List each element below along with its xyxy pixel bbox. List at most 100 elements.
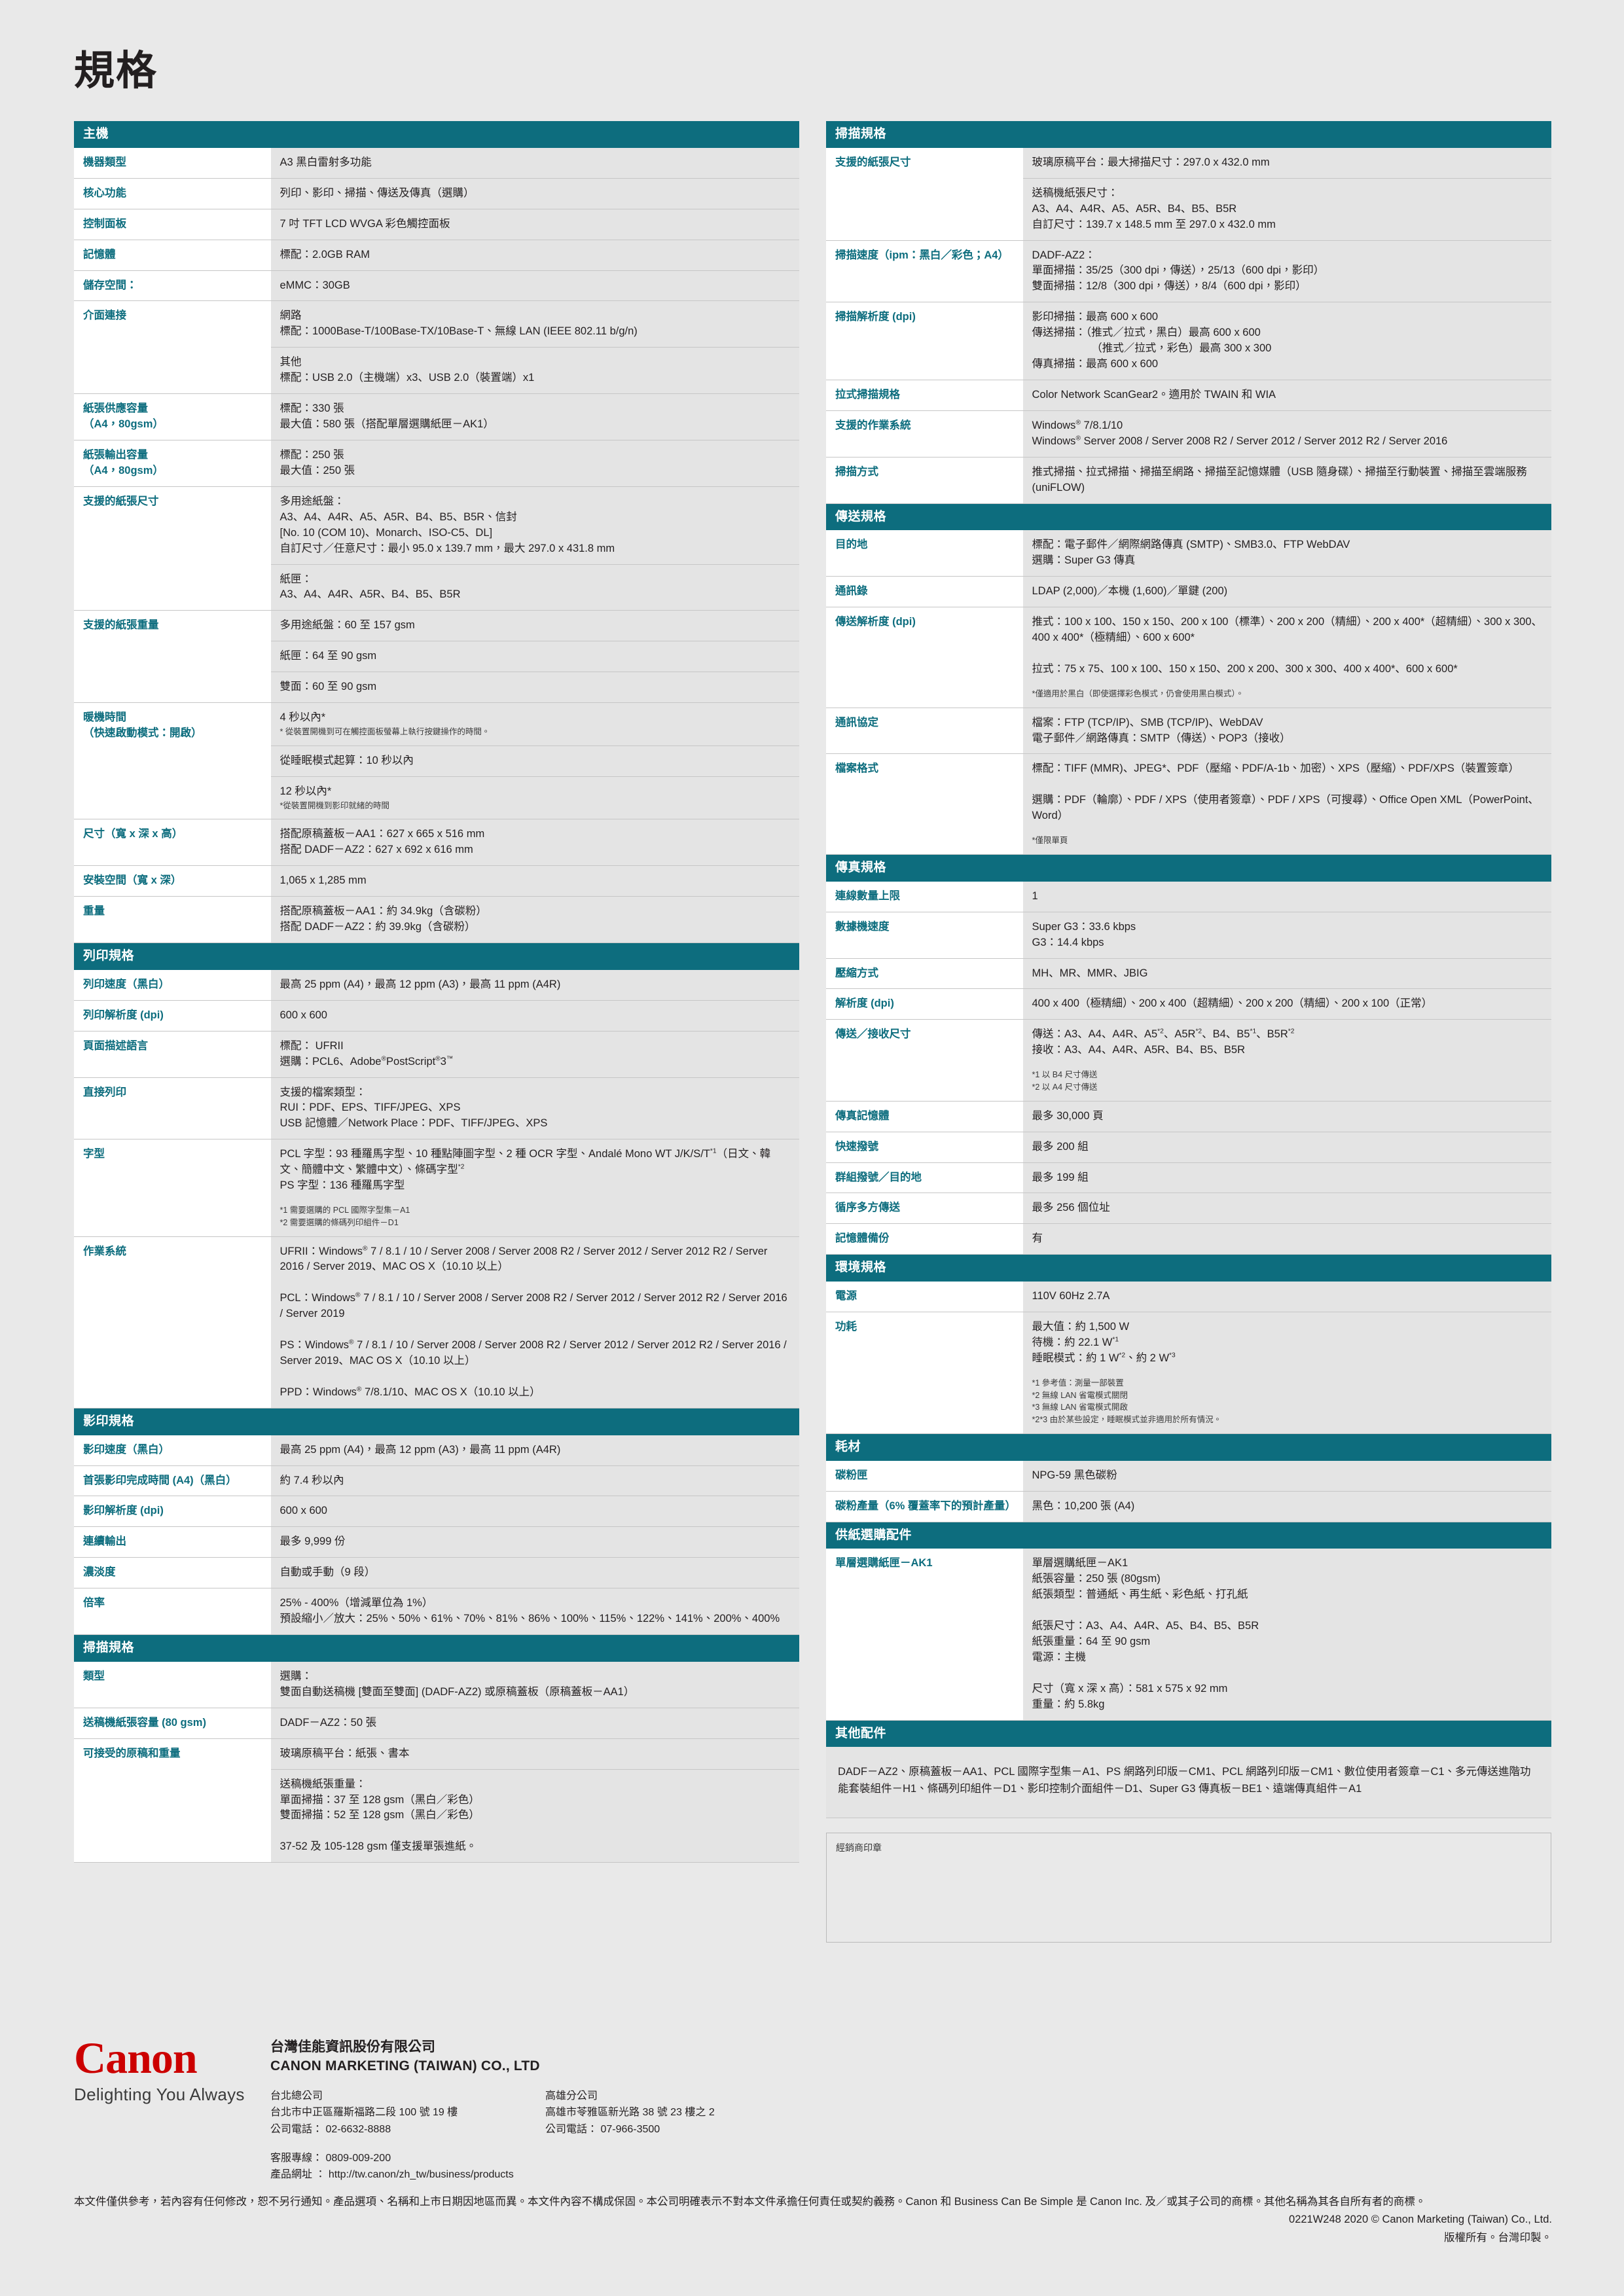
page-footer: Canon Delighting You Always 台灣佳能資訊股份有限公司… xyxy=(74,2036,1552,2246)
section-header: 影印規格 xyxy=(74,1408,799,1435)
spec-value: 約 7.4 秒以內 xyxy=(270,1465,799,1497)
spec-section: 耗材 碳粉匣 NPG-59 黑色碳粉 碳粉產量（6% 覆蓋率下的預計產量） 黑色：10,… xyxy=(826,1433,1551,1522)
spec-row: 連線數量上限 1 xyxy=(826,881,1551,912)
office-name: 高雄分公司 xyxy=(545,2090,598,2102)
spec-row: 碳粉匣 NPG-59 黑色碳粉 xyxy=(826,1460,1551,1492)
spec-footnote: *1 以 B4 尺寸傳送 *2 以 A4 尺寸傳送 xyxy=(1032,1070,1098,1092)
spec-value: 600 x 600 xyxy=(270,1000,799,1031)
spec-value: 最多 256 個位址 xyxy=(1022,1193,1551,1225)
spec-table: 列印速度（黑白） 最高 25 ppm (A4)，最高 12 ppm (A3)，最高… xyxy=(74,969,799,1408)
other-accessories-section: 其他配件 DADF－AZ2、原稿蓋板－AA1、PCL 國際字型集－A1、PS 網路… xyxy=(826,1720,1551,1943)
spec-row: 記憶體 標配：2.0GB RAM xyxy=(74,240,799,271)
spec-table: 影印速度（黑白） 最高 25 ppm (A4)，最高 12 ppm (A3)，最高… xyxy=(74,1435,799,1636)
spec-row: 通訊錄 LDAP (2,000)／本機 (1,600)／單鍵 (200) xyxy=(826,576,1551,608)
spec-label: 群組撥號／目的地 xyxy=(826,1162,1022,1194)
spec-value: 400 x 400（極精細）、200 x 400（超精細）、200 x 200（… xyxy=(1022,988,1551,1020)
spec-row: 功耗 最大值：約 1,500 W 待機：約 22.1 W*1 睡眠模式：約 1 W*2… xyxy=(826,1312,1551,1434)
company-block: 台灣佳能資訊股份有限公司 CANON MARKETING (TAIWAN) CO… xyxy=(270,2036,820,2183)
spec-value: 列印、影印、掃描、傳送及傳真（選購） xyxy=(270,178,799,209)
spec-value: 最多 200 組 xyxy=(1022,1132,1551,1163)
spec-label: 控制面板 xyxy=(74,209,270,240)
spec-section: 掃描規格 支援的紙張尺寸 玻璃原稿平台：最大掃描尺寸：297.0 x 432.0 m… xyxy=(826,121,1551,504)
spec-row: 介面連接 網路 標配：1000Base-T/100Base-TX/10Base-T、… xyxy=(74,300,799,395)
service-hotline: 客服專線： 0809-009-200 xyxy=(270,2152,391,2164)
spec-row: 列印速度（黑白） 最高 25 ppm (A4)，最高 12 ppm (A3)，最高… xyxy=(74,969,799,1001)
page-title: 規格 xyxy=(74,48,158,94)
spec-value: 最多 30,000 頁 xyxy=(1022,1101,1551,1132)
section-header: 其他配件 xyxy=(826,1720,1551,1748)
spec-label: 核心功能 xyxy=(74,178,270,209)
spec-label: 解析度 (dpi) xyxy=(826,988,1022,1020)
spec-row: 支援的紙張重量 多用途紙盤：60 至 157 gsm 紙匣：64 至 90 gsm 雙… xyxy=(74,610,799,704)
spec-value: 最高 25 ppm (A4)，最高 12 ppm (A3)，最高 11 ppm … xyxy=(270,1435,799,1466)
spec-value: A3 黑白雷射多功能 xyxy=(270,147,799,179)
spec-value-part: 送稿機紙張重量： 單面掃描：37 至 128 gsm（黑白／彩色） 雙面掃描：52 … xyxy=(280,1778,480,1853)
legal-disclaimer: 本文件僅供參考，若內容有任何修改，恕不另行通知。產品選項、名稱和上市日期因地區而… xyxy=(74,2195,1426,2208)
spec-row: 傳送／接收尺寸 傳送：A3、A4、A4R、A5*2、A5R*2、B4、B5*1、B… xyxy=(826,1019,1551,1102)
spec-row: 數據機速度 Super G3：33.6 kbps G3：14.4 kbps xyxy=(826,912,1551,959)
spec-section: 傳送規格 目的地 標配：電子郵件／網際網路傳真 (SMTP)、SMB3.0、FTP … xyxy=(826,503,1551,855)
spec-value: 影印掃描：最高 600 x 600 傳送掃描：（推式／拉式，黑白）最高 600 x… xyxy=(1022,302,1551,380)
spec-label: 數據機速度 xyxy=(826,912,1022,959)
spec-value: 檔案：FTP (TCP/IP)、SMB (TCP/IP)、WebDAV 電子郵件／… xyxy=(1022,708,1551,755)
canon-tagline: Delighting You Always xyxy=(74,2084,245,2104)
spec-value: 支援的檔案類型： RUI：PDF、EPS、TIFF/JPEG、XPS USB 記憶體… xyxy=(270,1077,799,1140)
spec-value: 推式掃描、拉式掃描、掃描至網路、掃描至記憶媒體（USB 隨身碟）、掃描至行動裝置… xyxy=(1022,457,1551,504)
spec-label: 類型 xyxy=(74,1661,270,1708)
spec-value-part: 多用途紙盤：60 至 157 gsm xyxy=(270,611,799,642)
spec-label: 循序多方傳送 xyxy=(826,1193,1022,1225)
spec-label: 拉式掃描規格 xyxy=(826,380,1022,411)
spec-value: 1 xyxy=(1022,881,1551,912)
spec-value: UFRII：Windows® 7 / 8.1 / 10 / Server 200… xyxy=(270,1236,799,1408)
spec-row: 影印速度（黑白） 最高 25 ppm (A4)，最高 12 ppm (A3)，最高… xyxy=(74,1435,799,1466)
spec-label: 單層選購紙匣－AK1 xyxy=(826,1549,1022,1721)
spec-value: 600 x 600 xyxy=(270,1496,799,1528)
spec-label: 頁面描述語言 xyxy=(74,1031,270,1078)
spec-value-part: 從睡眠模式起算：10 秒以內 xyxy=(270,746,799,777)
spec-label: 掃描速度（ipm：黑白／彩色；A4） xyxy=(826,240,1022,303)
spec-label: 可接受的原稿和重量 xyxy=(74,1738,270,1863)
spec-row: 支援的作業系統 Windows® 7/8.1/10 Windows® Server … xyxy=(826,410,1551,457)
spec-value: 7 吋 TFT LCD WVGA 彩色觸控面板 xyxy=(270,209,799,240)
office-address: 台北市中正區羅斯福路二段 100 號 19 樓 xyxy=(270,2107,458,2119)
spec-row: 重量 搭配原稿蓋板－AA1：約 34.9kg（含碳粉） 搭配 DADF－AZ2：約 … xyxy=(74,896,799,943)
spec-value: 110V 60Hz 2.7A xyxy=(1022,1282,1551,1313)
spec-row: 快速撥號 最多 200 組 xyxy=(826,1132,1551,1163)
spec-table: 目的地 標配：電子郵件／網際網路傳真 (SMTP)、SMB3.0、FTP WebD… xyxy=(826,530,1551,855)
spec-label: 倍率 xyxy=(74,1588,270,1636)
spec-value: 最大值：約 1,500 W 待機：約 22.1 W*1 睡眠模式：約 1 W*2、約… xyxy=(1022,1312,1551,1434)
spec-value: Color Network ScanGear2。適用於 TWAIN 和 WIA xyxy=(1022,380,1551,411)
spec-value-part: 玻璃原稿平台：紙張、書本 xyxy=(270,1739,799,1770)
spec-value: 標配： UFRII 選購：PCL6、Adobe®PostScript®3™ xyxy=(270,1031,799,1078)
spec-value: 網路 標配：1000Base-T/100Base-TX/10Base-T、無線 L… xyxy=(270,300,799,395)
spec-section: 主機 機器類型 A3 黑白雷射多功能 核心功能 列印、影印、掃描、傳送及傳真（選購） 控制… xyxy=(74,121,799,943)
spec-label: 介面連接 xyxy=(74,300,270,395)
office-phone: 公司電話： 02-6632-8888 xyxy=(270,2123,391,2135)
spec-value: 多用途紙盤：60 至 157 gsm 紙匣：64 至 90 gsm 雙面：60 至 … xyxy=(270,610,799,704)
spec-label: 支援的紙張尺寸 xyxy=(74,486,270,611)
spec-label: 檔案格式 xyxy=(826,753,1022,855)
office-taipei: 台北總公司 台北市中正區羅斯福路二段 100 號 19 樓 公司電話： 02-6… xyxy=(270,2088,545,2138)
spec-row: 群組撥號／目的地 最多 199 組 xyxy=(826,1162,1551,1194)
spec-row: 單層選購紙匣－AK1 單層選購紙匣－AK1 紙張容量：250 張 (80gsm) 紙張… xyxy=(826,1549,1551,1721)
spec-section: 掃描規格 類型 選購： 雙面自動送稿機 [雙面至雙面] (DADF-AZ2) 或原稿蓋… xyxy=(74,1635,799,1863)
spec-value: 單層選購紙匣－AK1 紙張容量：250 張 (80gsm) 紙張類型：普通紙、再生紙… xyxy=(1022,1549,1551,1721)
spec-row: 列印解析度 (dpi) 600 x 600 xyxy=(74,1000,799,1031)
section-header: 傳送規格 xyxy=(826,503,1551,531)
spec-label: 記憶體備份 xyxy=(826,1223,1022,1255)
spec-label: 機器類型 xyxy=(74,147,270,179)
spec-row: 拉式掃描規格 Color Network ScanGear2。適用於 TWAIN … xyxy=(826,380,1551,411)
spec-table: 機器類型 A3 黑白雷射多功能 核心功能 列印、影印、掃描、傳送及傳真（選購） 控制面板… xyxy=(74,147,799,943)
spec-row: 掃描方式 推式掃描、拉式掃描、掃描至網路、掃描至記憶媒體（USB 隨身碟）、掃描至… xyxy=(826,457,1551,504)
spec-label: 掃描解析度 (dpi) xyxy=(826,302,1022,380)
spec-value: LDAP (2,000)／本機 (1,600)／單鍵 (200) xyxy=(1022,576,1551,608)
spec-value: 玻璃原稿平台：紙張、書本送稿機紙張重量： 單面掃描：37 至 128 gsm（黑白… xyxy=(270,1738,799,1863)
spec-value: 有 xyxy=(1022,1223,1551,1255)
spec-label: 目的地 xyxy=(826,530,1022,577)
service-block: 客服專線： 0809-009-200 產品網址 ： http://tw.cano… xyxy=(270,2150,820,2183)
product-website[interactable]: 產品網址 ： http://tw.canon/zh_tw/business/pr… xyxy=(270,2166,820,2183)
spec-value: 最高 25 ppm (A4)，最高 12 ppm (A3)，最高 11 ppm … xyxy=(270,969,799,1001)
spec-label: 安裝空間（寬 x 深） xyxy=(74,865,270,897)
spec-row: 機器類型 A3 黑白雷射多功能 xyxy=(74,147,799,179)
section-header: 耗材 xyxy=(826,1433,1551,1461)
